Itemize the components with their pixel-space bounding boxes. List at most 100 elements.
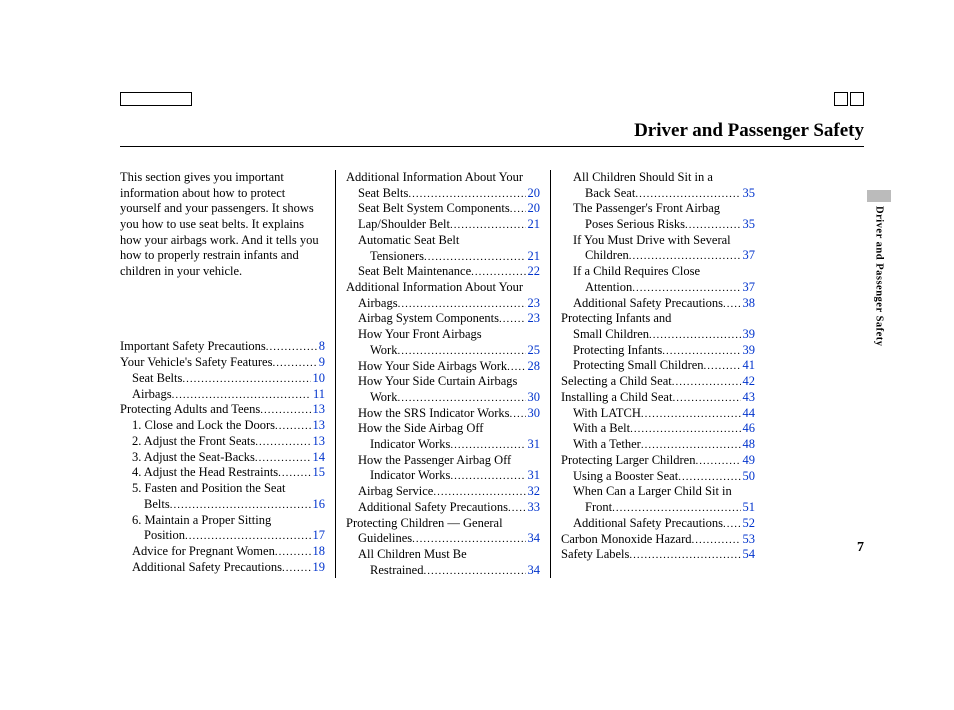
toc-page-link[interactable]: 39: [741, 343, 756, 359]
toc-page-link[interactable]: 38: [741, 296, 756, 312]
toc-entry[interactable]: Indicator Works31: [346, 468, 540, 484]
toc-entry[interactable]: Work25: [346, 343, 540, 359]
toc-entry[interactable]: How Your Side Airbags Work28: [346, 359, 540, 375]
toc-entry[interactable]: Protecting Infants39: [561, 343, 755, 359]
toc-entry[interactable]: Indicator Works 31: [346, 437, 540, 453]
toc-page-link[interactable]: 28: [526, 359, 541, 375]
toc-page-link[interactable]: 42: [741, 374, 756, 390]
toc-entry[interactable]: Restrained34: [346, 563, 540, 579]
toc-page-link[interactable]: 39: [741, 327, 756, 343]
toc-entry[interactable]: 1. Close and Lock the Doors13: [120, 418, 325, 434]
toc-entry[interactable]: Your Vehicle's Safety Features9: [120, 355, 325, 371]
toc-page-link[interactable]: 11: [311, 387, 325, 403]
toc-entry[interactable]: Airbags23: [346, 296, 540, 312]
toc-page-link[interactable]: 22: [526, 264, 541, 280]
toc-page-link[interactable]: 13: [311, 402, 326, 418]
toc-page-link[interactable]: 49: [741, 453, 756, 469]
toc-entry[interactable]: Children37: [561, 248, 755, 264]
toc-page-link[interactable]: 41: [741, 358, 756, 374]
toc-page-link[interactable]: 13: [311, 418, 326, 434]
toc-page-link[interactable]: 8: [317, 339, 325, 355]
toc-entry[interactable]: Lap/Shoulder Belt21: [346, 217, 540, 233]
toc-entry[interactable]: Belts16: [120, 497, 325, 513]
toc-page-link[interactable]: 34: [526, 563, 541, 579]
toc-entry[interactable]: With a Belt46: [561, 421, 755, 437]
toc-page-link[interactable]: 16: [311, 497, 326, 513]
toc-entry[interactable]: 3. Adjust the Seat-Backs14: [120, 450, 325, 466]
toc-entry[interactable]: Airbag System Components23: [346, 311, 540, 327]
toc-page-link[interactable]: 17: [311, 528, 326, 544]
toc-entry[interactable]: Protecting Adults and Teens13: [120, 402, 325, 418]
toc-entry[interactable]: Seat Belt Maintenance22: [346, 264, 540, 280]
toc-entry[interactable]: Additional Safety Precautions33: [346, 500, 540, 516]
toc-page-link[interactable]: 25: [526, 343, 541, 359]
toc-entry[interactable]: Poses Serious Risks35: [561, 217, 755, 233]
toc-page-link[interactable]: 10: [311, 371, 326, 387]
toc-entry[interactable]: Seat Belt System Components20: [346, 201, 540, 217]
toc-entry[interactable]: How the SRS Indicator Works30: [346, 406, 540, 422]
toc-entry[interactable]: Using a Booster Seat50: [561, 469, 755, 485]
toc-page-link[interactable]: 19: [311, 560, 326, 576]
toc-entry[interactable]: Seat Belts20: [346, 186, 540, 202]
toc-entry[interactable]: 2. Adjust the Front Seats13: [120, 434, 325, 450]
toc-label: Airbags: [132, 387, 172, 403]
toc-entry[interactable]: Airbags 11: [120, 387, 325, 403]
toc-page-link[interactable]: 44: [741, 406, 756, 422]
toc-entry[interactable]: Tensioners21: [346, 249, 540, 265]
toc-entry[interactable]: Seat Belts10: [120, 371, 325, 387]
toc-page-link[interactable]: 31: [526, 437, 541, 453]
toc-page-link[interactable]: 30: [526, 390, 541, 406]
toc-page-link[interactable]: 43: [741, 390, 756, 406]
toc-page-link[interactable]: 50: [741, 469, 756, 485]
toc-page-link[interactable]: 21: [526, 217, 541, 233]
toc-entry[interactable]: Small Children39: [561, 327, 755, 343]
toc-entry[interactable]: Guidelines34: [346, 531, 540, 547]
toc-entry[interactable]: Selecting a Child Seat42: [561, 374, 755, 390]
toc-page-link[interactable]: 9: [317, 355, 325, 371]
toc-entry[interactable]: Protecting Larger Children49: [561, 453, 755, 469]
toc-entry[interactable]: Advice for Pregnant Women18: [120, 544, 325, 560]
toc-entry[interactable]: Front51: [561, 500, 755, 516]
toc-page-link[interactable]: 30: [526, 406, 541, 422]
toc-entry[interactable]: With a Tether48: [561, 437, 755, 453]
toc-entry[interactable]: Work30: [346, 390, 540, 406]
toc-entry[interactable]: Additional Safety Precautions38: [561, 296, 755, 312]
toc-page-link[interactable]: 54: [741, 547, 756, 563]
toc-page-link[interactable]: 37: [741, 248, 756, 264]
toc-page-link[interactable]: 13: [311, 434, 326, 450]
toc-page-link[interactable]: 23: [526, 311, 541, 327]
toc-entry[interactable]: Position17: [120, 528, 325, 544]
toc-entry[interactable]: Protecting Small Children41: [561, 358, 755, 374]
toc-page-link[interactable]: 33: [526, 500, 541, 516]
toc-page-link[interactable]: 31: [526, 468, 541, 484]
toc-entry[interactable]: Back Seat35: [561, 186, 755, 202]
toc-page-link[interactable]: 37: [741, 280, 756, 296]
toc-entry[interactable]: Safety Labels54: [561, 547, 755, 563]
toc-page-link[interactable]: 34: [526, 531, 541, 547]
toc-entry[interactable]: Carbon Monoxide Hazard53: [561, 532, 755, 548]
toc-page-link[interactable]: 32: [526, 484, 541, 500]
toc-entry[interactable]: Additional Safety Precautions52: [561, 516, 755, 532]
toc-entry[interactable]: Installing a Child Seat43: [561, 390, 755, 406]
toc-page-link[interactable]: 20: [526, 201, 541, 217]
toc-page-link[interactable]: 48: [741, 437, 756, 453]
toc-entry[interactable]: Attention37: [561, 280, 755, 296]
toc-page-link[interactable]: 23: [526, 296, 541, 312]
toc-page-link[interactable]: 51: [741, 500, 756, 516]
toc-page-link[interactable]: 15: [311, 465, 326, 481]
toc-page-link[interactable]: 53: [741, 532, 756, 548]
toc-entry[interactable]: 4. Adjust the Head Restraints15: [120, 465, 325, 481]
toc-entry[interactable]: Airbag Service32: [346, 484, 540, 500]
toc-entry[interactable]: Additional Safety Precautions19: [120, 560, 325, 576]
toc-entry[interactable]: Important Safety Precautions8: [120, 339, 325, 355]
toc-label: Indicator Works: [370, 437, 450, 453]
toc-page-link[interactable]: 52: [741, 516, 756, 532]
toc-entry[interactable]: With LATCH44: [561, 406, 755, 422]
toc-page-link[interactable]: 21: [526, 249, 541, 265]
toc-page-link[interactable]: 20: [526, 186, 541, 202]
toc-page-link[interactable]: 18: [311, 544, 326, 560]
toc-page-link[interactable]: 35: [741, 217, 756, 233]
toc-page-link[interactable]: 46: [741, 421, 756, 437]
toc-page-link[interactable]: 14: [311, 450, 326, 466]
toc-page-link[interactable]: 35: [741, 186, 756, 202]
